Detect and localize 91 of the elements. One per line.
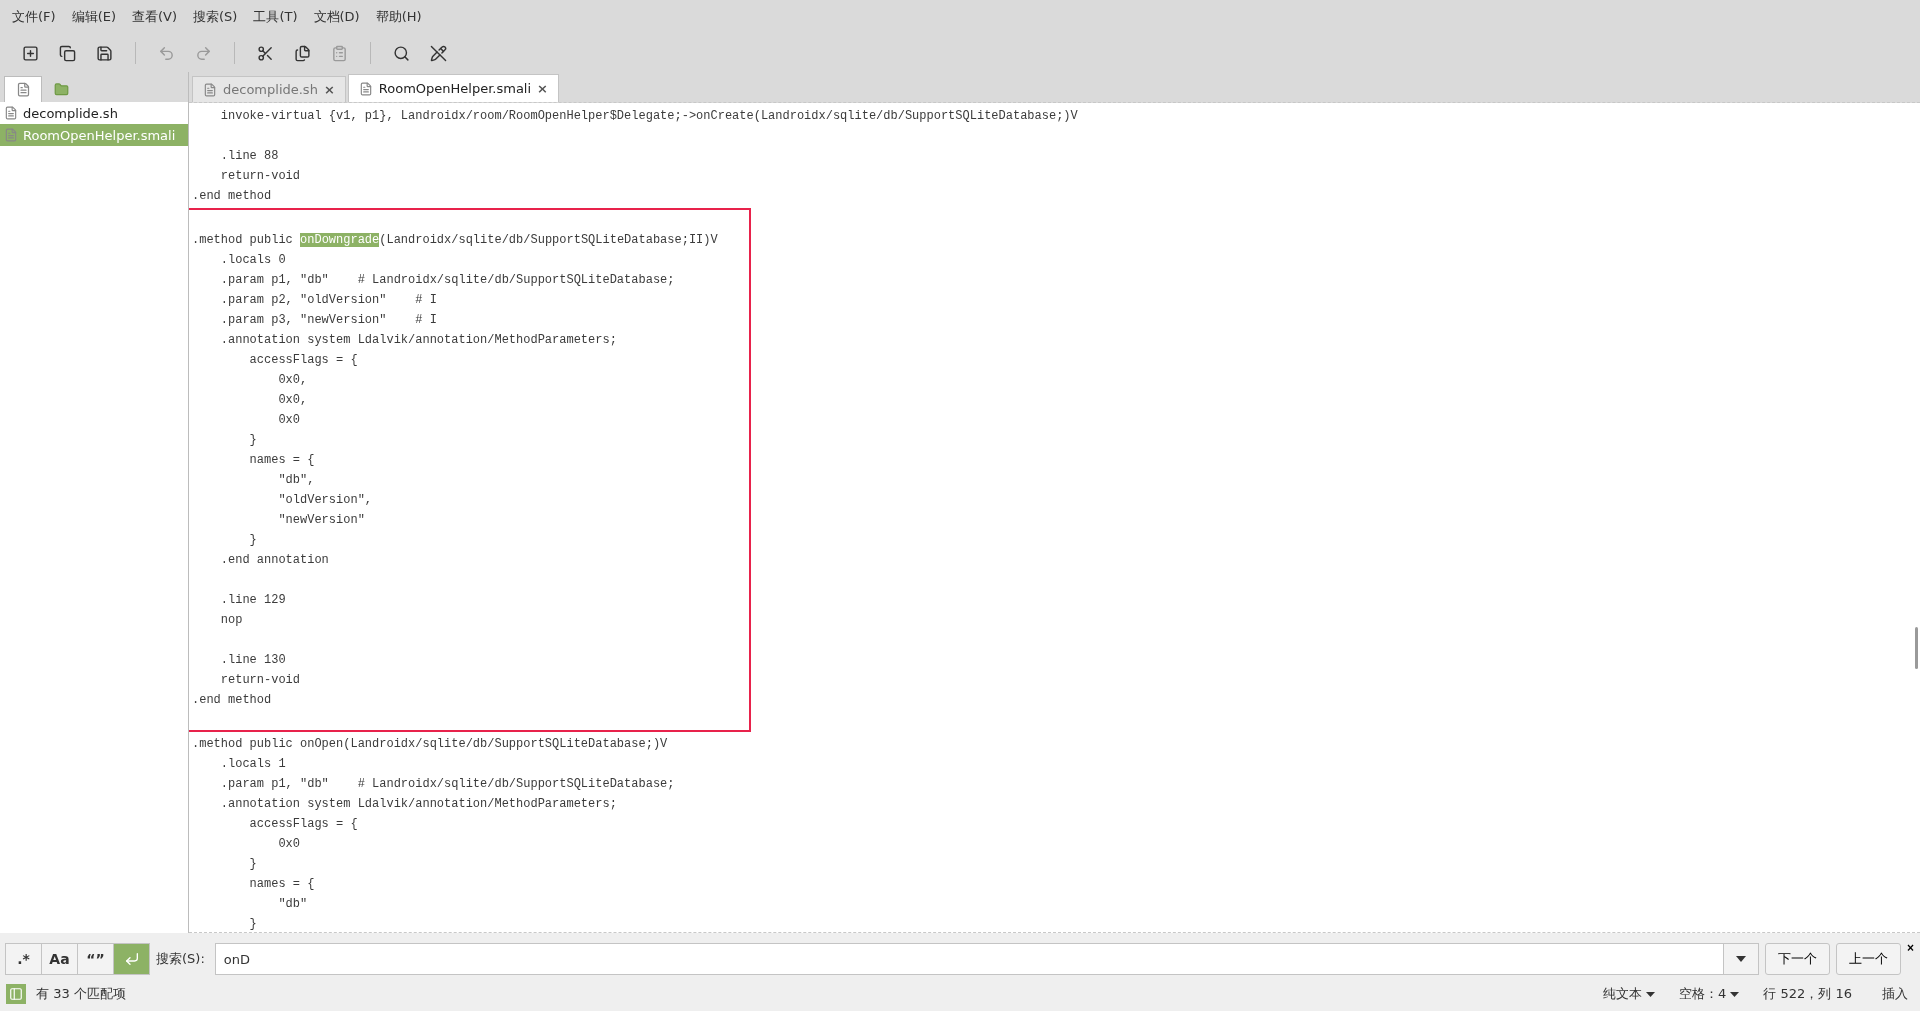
new-file-icon <box>22 44 39 62</box>
code-line: .method public onOpen(Landroidx/sqlite/db/SupportSQLiteDatabase;)V <box>191 736 668 753</box>
code-line: .annotation system Ldalvik/annotation/MethodParameters; <box>219 332 617 349</box>
code-line: .param p3, "newVersion" # I <box>219 312 437 329</box>
side-panel-toggle[interactable] <box>6 984 26 1004</box>
code-line: return-void <box>219 168 301 185</box>
code-line: .param p1, "db" # Landroidx/sqlite/db/SupportSQLiteDatabase; <box>219 272 675 289</box>
code-line: 0x0, <box>277 372 308 389</box>
close-tab-button[interactable]: × <box>323 82 335 97</box>
copy-icon <box>294 44 311 62</box>
code-line: invoke-virtual {v1, p1}, Landroidx/room/RoomOpenHelper$Delegate;->onCreate(Landroidx/sqlite/db/SupportSQLiteDatabase;)V <box>219 108 1078 125</box>
file-list-item[interactable]: decomplide.sh <box>0 102 188 124</box>
folder-icon <box>53 82 69 97</box>
code-line: 0x0 <box>277 836 301 853</box>
scrollbar-thumb[interactable] <box>1915 627 1918 669</box>
code-line: "oldVersion", <box>277 492 373 509</box>
caret-icon <box>1736 956 1746 962</box>
code-line: } <box>248 532 257 549</box>
editor-tab[interactable]: RoomOpenHelper.smali × <box>347 74 559 102</box>
code-line: "newVersion" <box>277 512 365 529</box>
document-icon <box>15 82 31 97</box>
menu-item[interactable]: 编辑(E) <box>63 8 124 26</box>
cursor-position: 行 522，列 16 <box>1763 985 1852 1003</box>
code-line: names = { <box>248 876 315 893</box>
code-line: .param p2, "oldVersion" # I <box>219 292 437 309</box>
documents-icon <box>59 44 76 62</box>
code-line: accessFlags = { <box>248 816 358 833</box>
code-line: } <box>248 856 257 873</box>
menu-item[interactable]: 查看(V) <box>124 8 186 26</box>
language-dropdown[interactable]: 纯文本 <box>1603 985 1656 1003</box>
wrap-icon <box>123 951 140 967</box>
code-line: 0x0, <box>277 392 308 409</box>
search-option-toggle[interactable]: .* <box>5 943 42 975</box>
side-panel-tab[interactable] <box>4 76 42 102</box>
redo-icon <box>195 44 212 62</box>
code-line: .param p1, "db" # Landroidx/sqlite/db/SupportSQLiteDatabase; <box>219 776 675 793</box>
document-icon <box>4 128 18 142</box>
code-line: .line 130 <box>219 652 286 669</box>
search-icon <box>393 44 410 62</box>
history-dropdown-button[interactable] <box>1723 943 1759 975</box>
code-line: 0x0 <box>277 412 301 429</box>
code-line: names = { <box>248 452 315 469</box>
code-line: .method public onDowngrade(Landroidx/sqlite/db/SupportSQLiteDatabase;II)V <box>191 232 718 249</box>
menu-item[interactable]: 文件(F) <box>4 8 64 26</box>
code-line: .end method <box>191 188 272 205</box>
search-option-toggle[interactable]: “” <box>77 943 114 975</box>
search-label: 搜索(S): <box>156 950 205 968</box>
code-line: "db" <box>277 896 308 913</box>
next-match-button[interactable]: 下一个 <box>1765 943 1830 975</box>
menu-item[interactable]: 工具(T) <box>245 8 306 26</box>
code-line: } <box>248 916 257 932</box>
code-line: .line 129 <box>219 592 286 609</box>
code-line: } <box>248 432 257 449</box>
scissors-icon <box>257 44 274 62</box>
caret-icon <box>1646 991 1656 997</box>
code-line: .line 88 <box>219 148 279 165</box>
code-line: .annotation system Ldalvik/annotation/MethodParameters; <box>219 796 617 813</box>
search-option-toggle[interactable]: Aa <box>41 943 78 975</box>
clipboard-icon <box>331 44 348 62</box>
search-option-toggle[interactable] <box>113 943 150 975</box>
menu-item[interactable]: 帮助(H) <box>367 8 430 26</box>
close-tab-button[interactable]: × <box>537 81 548 96</box>
code-line: accessFlags = { <box>248 352 358 369</box>
document-icon <box>4 106 18 120</box>
pencil-icon <box>430 44 447 62</box>
code-line: .end method <box>191 692 272 709</box>
code-line: .end annotation <box>219 552 329 569</box>
search-field[interactable]: onD <box>214 943 1723 975</box>
insert-mode: 插入 <box>1882 985 1908 1003</box>
code-line: .locals 1 <box>219 756 286 773</box>
document-icon <box>203 82 217 97</box>
code-line: return-void <box>219 672 301 689</box>
close-search-button[interactable]: × <box>1901 941 1914 955</box>
editor-tab[interactable]: decomplide.sh × <box>192 76 346 102</box>
code-line: nop <box>219 612 243 629</box>
menu-item[interactable]: 文档(D) <box>305 8 368 26</box>
file-name: decomplide.sh <box>23 105 118 121</box>
file-name: RoomOpenHelper.smali <box>23 127 176 143</box>
code-line: "db", <box>277 472 315 489</box>
save-icon <box>96 44 113 62</box>
indent-dropdown[interactable]: 空格：4 <box>1679 985 1740 1003</box>
code-line: .locals 0 <box>219 252 286 269</box>
undo-icon <box>158 44 175 62</box>
match-count: 有 33 个匹配项 <box>36 985 126 1003</box>
tab-label: RoomOpenHelper.smali <box>378 81 532 96</box>
menu-item[interactable]: 搜索(S) <box>185 8 246 26</box>
document-icon <box>358 81 373 96</box>
tab-label: decomplide.sh <box>223 82 318 97</box>
panel-icon <box>9 987 23 1001</box>
previous-match-button[interactable]: 上一个 <box>1836 943 1901 975</box>
caret-icon <box>1730 991 1740 997</box>
